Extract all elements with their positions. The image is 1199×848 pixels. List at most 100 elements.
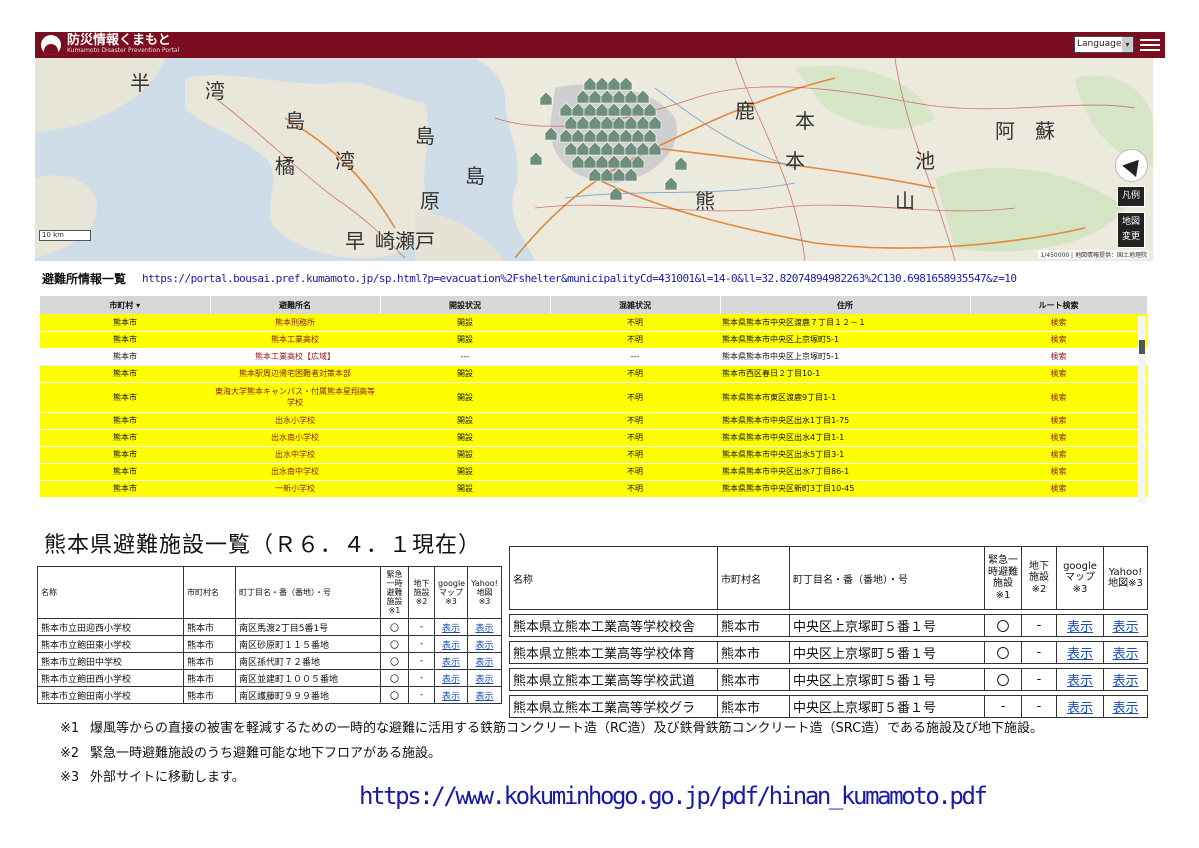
table-cell: 熊本市 (717, 614, 790, 637)
route-search-link[interactable]: 検索 (970, 382, 1147, 413)
cell-open-status: 開設 (380, 463, 550, 481)
cell-shelter-name[interactable]: 出水南小学校 (210, 429, 380, 447)
cell-address: 熊本県熊本市中央区出水1丁目1-75 (720, 412, 970, 430)
hamburger-menu-icon[interactable] (1140, 37, 1160, 53)
column-header[interactable]: 避難所名 (210, 296, 381, 314)
cell-shelter-name[interactable]: 出水中学校 (210, 446, 380, 464)
yahoo-map-link[interactable]: 表示 (467, 652, 502, 670)
table-row[interactable]: 熊本市 出水中学校 開設 不明 熊本県熊本市中央区出水5丁目3-1 検索 (40, 446, 1147, 464)
table-row[interactable]: 熊本市 出水南小学校 開設 不明 熊本県熊本市中央区出水4丁目1-1 検索 (40, 429, 1147, 447)
scrollbar-thumb[interactable] (1139, 340, 1145, 354)
portal-header: 防災情報くまもと Kumamoto Disaster Prevention Po… (35, 32, 1165, 58)
map-place-label: 島 (415, 124, 435, 148)
cell-shelter-name[interactable]: 一新小学校 (210, 480, 380, 498)
portal-logo-icon[interactable] (41, 35, 61, 55)
route-search-link[interactable]: 検索 (970, 446, 1147, 464)
table-row[interactable]: 熊本市 熊本工業高校 開設 不明 熊本県熊本市中央区上京塚町5-1 検索 (40, 331, 1147, 349)
chevron-down-icon: ▾ (1122, 37, 1133, 52)
cell-open-status: 開設 (380, 429, 550, 447)
cell-crowd-status: 不明 (550, 429, 720, 447)
cell-crowd-status: 不明 (550, 331, 720, 349)
route-search-link[interactable]: 検索 (970, 412, 1147, 430)
yahoo-map-link[interactable]: 表示 (1103, 695, 1148, 718)
table-cell: 中央区上京塚町５番１号 (789, 668, 985, 691)
language-label: Language (1077, 39, 1122, 49)
table-row[interactable]: 熊本市 熊本駅周辺帰宅困難者対策本部 開設 不明 熊本市西区春日２丁目10-1 検索 (40, 365, 1147, 383)
cell-shelter-name[interactable]: 熊本駅周辺帰宅困難者対策本部 (210, 365, 380, 383)
footnote-mark: ※2 (60, 746, 80, 761)
cell-shelter-name[interactable]: 熊本刑務所 (210, 314, 380, 332)
google-map-link[interactable]: 表示 (434, 669, 468, 687)
column-header[interactable]: 混雑状況 (550, 296, 721, 314)
route-search-link[interactable]: 検索 (970, 348, 1147, 366)
column-header[interactable]: 開設状況 (380, 296, 551, 314)
yahoo-map-link[interactable]: 表示 (1103, 641, 1148, 664)
sort-icon[interactable]: ▾ (133, 301, 140, 310)
route-search-link[interactable]: 検索 (970, 331, 1147, 349)
table-row[interactable]: 熊本市 出水小学校 開設 不明 熊本県熊本市中央区出水1丁目1-75 検索 (40, 412, 1147, 430)
column-header: 地下施設※2 (408, 566, 435, 619)
table-cell: 熊本市立田迎西小学校 (37, 618, 184, 636)
table-cell: - (408, 635, 435, 653)
cell-open-status: 開設 (380, 314, 550, 332)
yahoo-map-link[interactable]: 表示 (1103, 614, 1148, 637)
cell-open-status: 開設 (380, 331, 550, 349)
table-cell: 〇 (380, 652, 409, 670)
map-change-button[interactable]: 地図 変更 (1117, 212, 1145, 248)
yahoo-map-link[interactable]: 表示 (467, 669, 502, 687)
portal-brand-sub: Kumamoto Disaster Prevention Portal (67, 47, 180, 54)
table-cell: - (408, 669, 435, 687)
cell-shelter-name[interactable]: 出水南中学校 (210, 463, 380, 481)
cell-shelter-name[interactable]: 熊本工業高校【広域】 (210, 348, 380, 366)
google-map-link[interactable]: 表示 (434, 652, 468, 670)
yahoo-map-link[interactable]: 表示 (1103, 668, 1148, 691)
column-header: googleマップ※3 (1056, 546, 1104, 610)
cell-crowd-status: 不明 (550, 365, 720, 383)
table-cell: 熊本市 (717, 695, 790, 718)
map-place-label: 島 (285, 109, 305, 133)
google-map-link[interactable]: 表示 (1056, 695, 1104, 718)
table-scrollbar[interactable] (1138, 316, 1146, 504)
column-header: 緊急一時避難施設※1 (380, 566, 409, 619)
compass-icon[interactable] (1115, 149, 1148, 182)
footnote-text: 緊急一時避難施設のうち避難可能な地下フロアがある施設。 (90, 746, 442, 761)
source-pdf-url[interactable]: https://www.kokuminhogo.go.jp/pdf/hinan_… (359, 782, 988, 810)
footnote-mark: ※3 (60, 770, 80, 785)
shelter-map[interactable]: 半湾島橘湾島原島早崎瀬戸熊本山鹿本池阿蘇 10 km 1/450000 | 地図… (35, 58, 1153, 261)
route-search-link[interactable]: 検索 (970, 365, 1147, 383)
table-row[interactable]: 熊本市 熊本工業高校【広域】 --- --- 熊本県熊本市中央区上京塚町5-1 検索 (40, 348, 1147, 366)
table-row[interactable]: 熊本市 熊本刑務所 開設 不明 熊本県熊本市中央区渡鹿７丁目１２－１ 検索 (40, 314, 1147, 332)
google-map-link[interactable]: 表示 (1056, 614, 1104, 637)
cell-shelter-name[interactable]: 東海大学熊本キャンパス・付属熊本星翔高等学校 (210, 382, 380, 413)
column-header: 市町村名 (183, 566, 236, 619)
portal-brand[interactable]: 防災情報くまもと (67, 34, 171, 48)
google-map-link[interactable]: 表示 (1056, 668, 1104, 691)
route-search-link[interactable]: 検索 (970, 480, 1147, 498)
map-place-label: 半 (130, 71, 150, 95)
language-select[interactable]: Language ▾ (1074, 36, 1134, 53)
route-search-link[interactable]: 検索 (970, 429, 1147, 447)
column-header[interactable]: 市町村 ▾ (40, 296, 211, 314)
route-search-link[interactable]: 検索 (970, 314, 1147, 332)
table-cell: 南区砂原町１１５番地 (235, 635, 381, 653)
legend-button[interactable]: 凡例 (1117, 186, 1145, 207)
google-map-link[interactable]: 表示 (434, 635, 468, 653)
table-row[interactable]: 熊本市 出水南中学校 開設 不明 熊本県熊本市中央区出水7丁目86-1 検索 (40, 463, 1147, 481)
column-header[interactable]: ルート検索 (970, 296, 1148, 314)
table-cell: 〇 (984, 641, 1022, 664)
yahoo-map-link[interactable]: 表示 (467, 686, 502, 704)
cell-address: 熊本市西区春日２丁目10-1 (720, 365, 970, 383)
google-map-link[interactable]: 表示 (434, 618, 468, 636)
yahoo-map-link[interactable]: 表示 (467, 635, 502, 653)
table-row[interactable]: 熊本市 一新小学校 開設 不明 熊本県熊本市中央区新町3丁目10-45 検索 (40, 480, 1147, 498)
cell-shelter-name[interactable]: 熊本工業高校 (210, 331, 380, 349)
google-map-link[interactable]: 表示 (434, 686, 468, 704)
column-header[interactable]: 住所 (720, 296, 971, 314)
table-row[interactable]: 熊本市 東海大学熊本キャンパス・付属熊本星翔高等学校 開設 不明 熊本県熊本市東区渡鹿9… (40, 382, 1147, 413)
route-search-link[interactable]: 検索 (970, 463, 1147, 481)
cell-shelter-name[interactable]: 出水小学校 (210, 412, 380, 430)
column-header: 緊急一時避難施設※1 (984, 546, 1022, 610)
google-map-link[interactable]: 表示 (1056, 641, 1104, 664)
yahoo-map-link[interactable]: 表示 (467, 618, 502, 636)
shelter-list-url[interactable]: https://portal.bousai.pref.kumamoto.jp/s… (142, 272, 1017, 285)
